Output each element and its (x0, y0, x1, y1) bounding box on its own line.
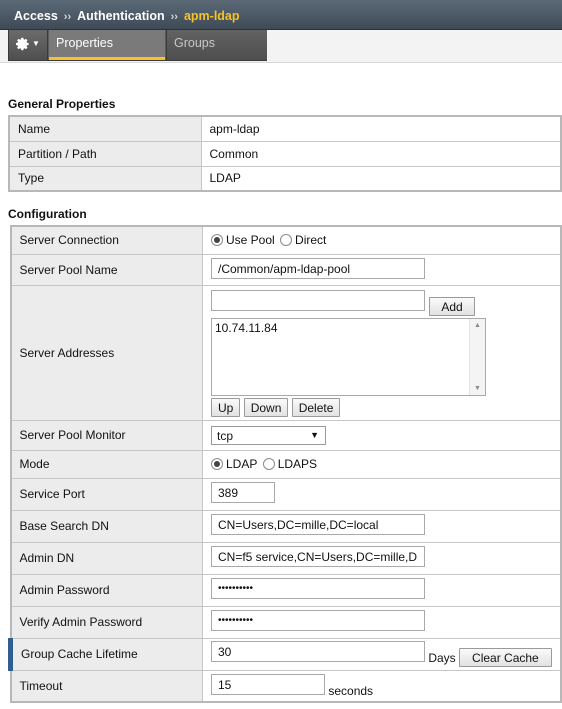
service-port-cell: 389 (202, 477, 562, 511)
server-connection-label: Server Connection (10, 225, 203, 255)
server-pool-monitor-select[interactable]: tcp ▼ (211, 425, 326, 445)
table-row: Timeout 15 seconds (10, 669, 562, 703)
table-row: Service Port 389 (10, 477, 562, 511)
verify-admin-password-input[interactable]: •••••••••• (211, 610, 425, 631)
server-pool-monitor-cell: tcp ▼ (202, 419, 562, 451)
name-value: apm-ldap (200, 115, 562, 142)
table-row: Verify Admin Password •••••••••• (10, 605, 562, 639)
admin-dn-cell: CN=f5 service,CN=Users,DC=mille,D (202, 541, 562, 575)
gear-menu-button[interactable]: ▼ (9, 30, 48, 60)
configuration-heading: Configuration (8, 207, 87, 221)
server-pool-name-label: Server Pool Name (10, 253, 203, 286)
general-properties-table: Name apm-ldap Partition / Path Common Ty… (8, 115, 562, 192)
admin-dn-label: Admin DN (10, 541, 203, 575)
admin-password-input[interactable]: •••••••••• (211, 578, 425, 599)
type-value: LDAP (200, 165, 562, 192)
server-pool-name-cell: /Common/apm-ldap-pool (202, 253, 562, 286)
breadcrumb-current: apm-ldap (183, 9, 240, 23)
ldaps-radio[interactable] (262, 458, 275, 470)
timeout-cell: 15 seconds (202, 669, 562, 703)
delete-address-button[interactable]: Delete (291, 398, 341, 417)
server-addresses-label: Server Addresses (10, 284, 203, 421)
table-row: Server Pool Name /Common/apm-ldap-pool (10, 253, 562, 286)
ldaps-label: LDAPS (277, 457, 318, 471)
mode-field: LDAP LDAPS (202, 449, 562, 479)
ldap-radio[interactable] (211, 458, 223, 470)
partition-label: Partition / Path (8, 140, 202, 167)
group-cache-lifetime-input[interactable]: 30 (211, 641, 425, 662)
base-search-dn-label: Base Search DN (10, 509, 203, 543)
service-port-input[interactable]: 389 (211, 482, 275, 503)
server-pool-monitor-label: Server Pool Monitor (10, 419, 203, 451)
name-label: Name (8, 115, 202, 142)
dropdown-arrow-icon: ▼ (310, 429, 319, 440)
group-cache-lifetime-cell: 30 Days Clear Cache (202, 637, 562, 671)
direct-radio[interactable] (280, 234, 293, 247)
table-row: Mode LDAP LDAPS (10, 449, 562, 479)
table-row: Server Addresses Add 10.74.11.84 ▲ ▼ Up … (10, 284, 562, 421)
table-row: Server Connection Use Pool Direct (10, 225, 562, 255)
server-addresses-list[interactable]: 10.74.11.84 ▲ ▼ (211, 318, 486, 396)
breadcrumb-separator-icon: ›› (170, 11, 178, 23)
server-connection-field: Use Pool Direct (202, 225, 562, 255)
type-label: Type (8, 165, 202, 192)
list-item[interactable]: 10.74.11.84 (215, 321, 278, 335)
server-pool-monitor-value: tcp (217, 428, 234, 443)
use-pool-radio[interactable] (211, 234, 223, 247)
list-scrollbar[interactable]: ▲ ▼ (469, 319, 485, 395)
base-search-dn-input[interactable]: CN=Users,DC=mille,DC=local (211, 514, 425, 535)
clear-cache-button[interactable]: Clear Cache (459, 648, 552, 667)
server-pool-name-input[interactable]: /Common/apm-ldap-pool (211, 257, 425, 279)
timeout-input[interactable]: 15 (211, 673, 325, 695)
move-up-button[interactable]: Up (211, 398, 241, 417)
group-cache-lifetime-label: Group Cache Lifetime (8, 637, 203, 671)
general-properties-heading: General Properties (8, 97, 116, 111)
breadcrumb-authentication[interactable]: Authentication (77, 9, 165, 23)
tab-strip: ▼ Properties Groups (8, 30, 267, 61)
server-addresses-cell: Add 10.74.11.84 ▲ ▼ Up Down Delete (202, 284, 562, 421)
table-row: Server Pool Monitor tcp ▼ (10, 419, 562, 451)
breadcrumb-access[interactable]: Access (14, 9, 58, 23)
verify-admin-password-cell: •••••••••• (202, 605, 562, 639)
direct-label: Direct (295, 233, 327, 248)
admin-dn-input[interactable]: CN=f5 service,CN=Users,DC=mille,D (211, 546, 425, 567)
table-row: Admin DN CN=f5 service,CN=Users,DC=mille… (10, 541, 562, 575)
chevron-down-icon: ▼ (32, 39, 40, 49)
table-row: Group Cache Lifetime 30 Days Clear Cache (8, 637, 562, 671)
admin-password-label: Admin Password (10, 573, 203, 607)
scroll-down-icon[interactable]: ▼ (474, 385, 481, 392)
mode-label: Mode (10, 449, 203, 479)
seconds-unit-label: seconds (328, 683, 374, 698)
add-address-button[interactable]: Add (429, 297, 475, 316)
scroll-up-icon[interactable]: ▲ (474, 322, 481, 329)
admin-password-cell: •••••••••• (202, 573, 562, 607)
gear-icon (16, 37, 29, 51)
server-address-input[interactable] (211, 290, 425, 311)
breadcrumb: Access ›› Authentication ›› apm-ldap (0, 0, 562, 30)
ldap-label: LDAP (226, 457, 258, 471)
breadcrumb-separator-icon: ›› (63, 11, 72, 23)
configuration-table: Server Connection Use Pool Direct Server… (8, 225, 562, 703)
table-row: Base Search DN CN=Users,DC=mille,DC=loca… (10, 509, 562, 543)
tab-properties[interactable]: Properties (49, 30, 165, 60)
base-search-dn-cell: CN=Users,DC=mille,DC=local (202, 509, 562, 543)
verify-admin-password-label: Verify Admin Password (10, 605, 203, 639)
table-row: Admin Password •••••••••• (10, 573, 562, 607)
service-port-label: Service Port (10, 477, 203, 511)
use-pool-label: Use Pool (226, 233, 275, 248)
timeout-label: Timeout (10, 669, 203, 703)
tab-groups[interactable]: Groups (166, 30, 267, 60)
table-row: Partition / Path Common (8, 140, 562, 167)
table-row: Name apm-ldap (8, 115, 562, 142)
move-down-button[interactable]: Down (243, 398, 289, 417)
days-unit-label: Days (428, 651, 456, 665)
table-row: Type LDAP (8, 165, 562, 192)
partition-value: Common (200, 140, 562, 167)
